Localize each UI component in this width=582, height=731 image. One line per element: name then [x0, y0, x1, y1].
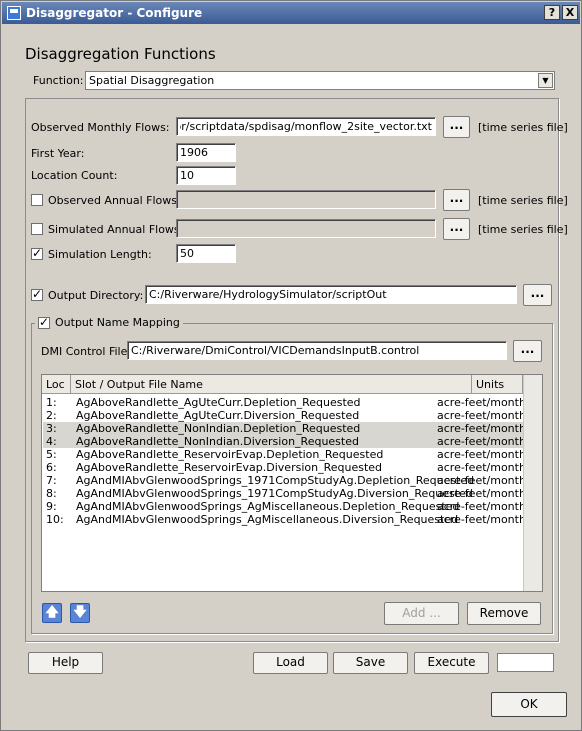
row-loc: 9:: [46, 500, 57, 513]
row-slot: AgAboveRandlette_ReservoirEvap.Depletion…: [76, 448, 384, 461]
observed-annual-type: [time series file]: [478, 194, 568, 207]
output-name-mapping-header: Output Name Mapping: [35, 315, 183, 330]
slot-mapping-table: Loc Slot / Output File Name Units 1: AgAb…: [41, 374, 543, 592]
simulation-length-checkbox[interactable]: [31, 246, 43, 260]
table-row[interactable]: 2: AgAboveRandlette_AgUteCurr.Diversion_R…: [43, 409, 526, 422]
page-title: Disaggregation Functions: [25, 45, 216, 63]
row-loc: 2:: [46, 409, 57, 422]
simulated-annual-type: [time series file]: [478, 223, 568, 236]
row-units: acre-feet/month: [437, 474, 526, 487]
execute-button[interactable]: Execute: [414, 652, 489, 674]
observed-annual-browse-button[interactable]: ...: [443, 189, 470, 211]
observed-monthly-browse-button[interactable]: ...: [443, 116, 470, 138]
dialog-window: Disaggregator - Configure ? X Disaggrega…: [0, 0, 582, 731]
add-button[interactable]: Add ...: [384, 602, 459, 625]
row-slot: AgAboveRandlette_NonIndian.Diversion_Req…: [76, 435, 359, 448]
row-slot: AgAndMIAbvGlenwoodSprings_AgMiscellaneou…: [76, 513, 459, 526]
row-units: acre-feet/month: [437, 396, 526, 409]
help-button[interactable]: Help: [28, 652, 103, 674]
row-slot: AgAboveRandlette_NonIndian.Depletion_Req…: [76, 422, 361, 435]
simulation-length-label: Simulation Length:: [48, 248, 152, 261]
row-units: acre-feet/month: [437, 422, 526, 435]
row-loc: 7:: [46, 474, 57, 487]
ok-button[interactable]: OK: [491, 692, 567, 717]
app-icon: [7, 6, 21, 20]
simulation-length-field[interactable]: [176, 244, 236, 263]
row-loc: 10:: [46, 513, 64, 526]
help-title-button[interactable]: ?: [544, 5, 560, 20]
title-bar[interactable]: Disaggregator - Configure ? X: [2, 2, 580, 24]
row-slot: AgAndMIAbvGlenwoodSprings_AgMiscellaneou…: [76, 500, 460, 513]
column-header-loc[interactable]: Loc: [42, 375, 71, 394]
table-row[interactable]: 1: AgAboveRandlette_AgUteCurr.Depletion_R…: [43, 396, 526, 409]
simulated-annual-field[interactable]: [176, 219, 436, 238]
output-directory-browse-button[interactable]: ...: [523, 284, 552, 306]
window-title: Disaggregator - Configure: [26, 6, 203, 20]
arrow-down-icon[interactable]: 🡇: [70, 603, 90, 623]
row-units: acre-feet/month: [437, 513, 526, 526]
observed-annual-label: Observed Annual Flows:: [48, 194, 181, 207]
dmi-control-field[interactable]: [127, 341, 507, 360]
table-row[interactable]: 3: AgAboveRandlette_NonIndian.Depletion_R…: [43, 422, 526, 435]
location-count-label: Location Count:: [31, 169, 118, 182]
row-slot: AgAboveRandlette_ReservoirEvap.Diversion…: [76, 461, 383, 474]
row-slot: AgAboveRandlette_AgUteCurr.Depletion_Req…: [76, 396, 361, 409]
observed-monthly-type: [time series file]: [478, 121, 568, 134]
remove-button[interactable]: Remove: [467, 602, 541, 625]
observed-monthly-label: Observed Monthly Flows:: [31, 121, 170, 134]
table-row[interactable]: 4: AgAboveRandlette_NonIndian.Diversion_R…: [43, 435, 526, 448]
column-header-units[interactable]: Units: [472, 375, 523, 394]
table-row[interactable]: 6: AgAboveRandlette_ReservoirEvap.Diversi…: [43, 461, 526, 474]
row-units: acre-feet/month: [437, 500, 526, 513]
save-button[interactable]: Save: [333, 652, 408, 674]
execute-status-field[interactable]: [497, 653, 554, 672]
table-row[interactable]: 9: AgAndMIAbvGlenwoodSprings_AgMiscellane…: [43, 500, 526, 513]
observed-monthly-field[interactable]: [176, 117, 436, 136]
row-loc: 1:: [46, 396, 57, 409]
output-directory-checkbox[interactable]: [31, 287, 43, 301]
row-units: acre-feet/month: [437, 448, 526, 461]
table-row[interactable]: 8: AgAndMIAbvGlenwoodSprings_1971CompStud…: [43, 487, 526, 500]
first-year-label: First Year:: [31, 147, 85, 160]
row-loc: 6:: [46, 461, 57, 474]
chevron-down-icon[interactable]: ▼: [538, 73, 553, 88]
dmi-control-label: DMI Control File:: [41, 345, 132, 358]
row-slot: AgAboveRandlette_AgUteCurr.Diversion_Req…: [76, 409, 360, 422]
simulated-annual-label: Simulated Annual Flows:: [48, 223, 184, 236]
output-name-mapping-checkbox[interactable]: [38, 315, 50, 329]
close-title-button[interactable]: X: [562, 5, 578, 20]
output-directory-field[interactable]: [145, 285, 517, 304]
row-slot: AgAndMIAbvGlenwoodSprings_1971CompStudyA…: [76, 474, 475, 487]
row-units: acre-feet/month: [437, 487, 526, 500]
function-dropdown[interactable]: Spatial Disaggregation ▼: [85, 71, 555, 90]
observed-annual-checkbox[interactable]: [31, 194, 43, 206]
arrow-up-icon[interactable]: 🡅: [42, 603, 62, 623]
row-slot: AgAndMIAbvGlenwoodSprings_1971CompStudyA…: [76, 487, 473, 500]
load-button[interactable]: Load: [253, 652, 328, 674]
observed-annual-field[interactable]: [176, 190, 436, 209]
table-row[interactable]: 7: AgAndMIAbvGlenwoodSprings_1971CompStud…: [43, 474, 526, 487]
row-loc: 3:: [46, 422, 57, 435]
row-loc: 8:: [46, 487, 57, 500]
row-loc: 4:: [46, 435, 57, 448]
location-count-field[interactable]: [176, 166, 236, 185]
first-year-field[interactable]: [176, 143, 236, 162]
simulated-annual-browse-button[interactable]: ...: [443, 218, 470, 240]
function-label: Function:: [33, 74, 84, 87]
row-loc: 5:: [46, 448, 57, 461]
output-directory-label: Output Directory:: [48, 289, 144, 302]
simulated-annual-checkbox[interactable]: [31, 223, 43, 235]
output-name-mapping-label: Output Name Mapping: [55, 316, 180, 329]
table-row[interactable]: 10: AgAndMIAbvGlenwoodSprings_AgMiscellan…: [43, 513, 526, 526]
vertical-scrollbar[interactable]: [523, 375, 542, 591]
function-dropdown-value: Spatial Disaggregation: [89, 74, 215, 87]
row-units: acre-feet/month: [437, 435, 526, 448]
dmi-control-browse-button[interactable]: ...: [513, 340, 542, 362]
row-units: acre-feet/month: [437, 409, 526, 422]
column-header-slot[interactable]: Slot / Output File Name: [71, 375, 472, 394]
table-row[interactable]: 5: AgAboveRandlette_ReservoirEvap.Depleti…: [43, 448, 526, 461]
row-units: acre-feet/month: [437, 461, 526, 474]
